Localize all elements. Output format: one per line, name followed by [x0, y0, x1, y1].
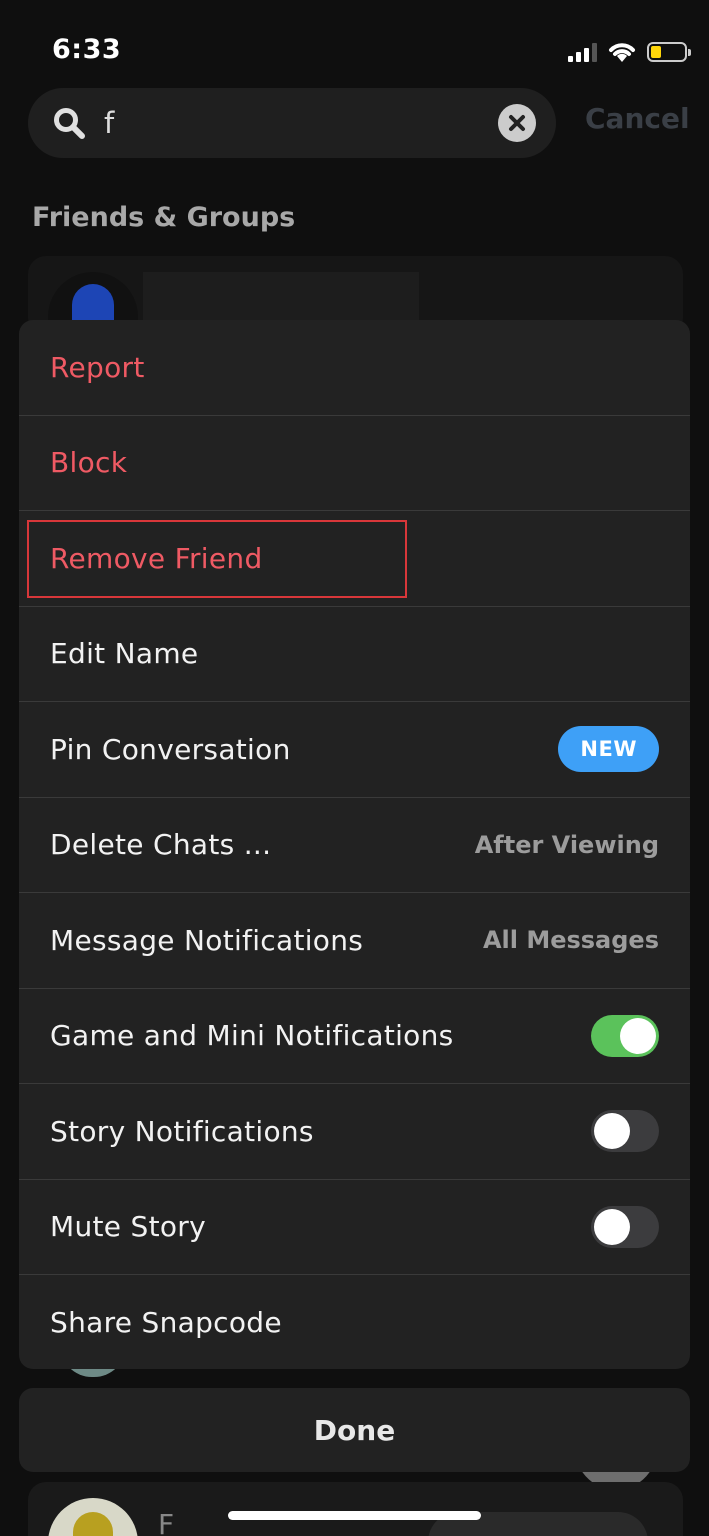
friend-list-item: F	[28, 1482, 683, 1536]
new-badge: NEW	[558, 726, 659, 773]
friend-name: F	[158, 1508, 175, 1536]
cellular-signal-icon	[568, 42, 597, 62]
toggle-knob	[594, 1113, 630, 1150]
report-option[interactable]: Report	[19, 320, 690, 416]
search-input[interactable]: f	[104, 106, 556, 140]
story-notifications-option: Story Notifications	[19, 1084, 690, 1180]
cancel-button[interactable]: Cancel	[585, 102, 690, 135]
delete-chats-option[interactable]: Delete Chats ... After Viewing	[19, 798, 690, 893]
option-label: Message Notifications	[50, 923, 364, 957]
action-sheet: Report Block Remove Friend Edit Name Pin…	[19, 320, 690, 1369]
delete-chats-value: After Viewing	[474, 830, 659, 859]
share-snapcode-option[interactable]: Share Snapcode	[19, 1275, 690, 1369]
mute-story-toggle[interactable]	[591, 1205, 659, 1248]
story-notifications-toggle[interactable]	[591, 1110, 659, 1153]
remove-friend-option[interactable]: Remove Friend	[19, 511, 690, 607]
option-label: Edit Name	[50, 637, 199, 671]
option-label: Mute Story	[50, 1210, 206, 1244]
game-notifications-option: Game and Mini Notifications	[19, 989, 690, 1084]
section-title: Friends & Groups	[32, 202, 296, 233]
close-icon	[509, 115, 525, 131]
option-label: Story Notifications	[50, 1114, 314, 1148]
option-label: Share Snapcode	[50, 1306, 282, 1340]
mute-story-option: Mute Story	[19, 1180, 690, 1275]
status-icons	[568, 38, 691, 66]
block-option[interactable]: Block	[19, 416, 690, 511]
done-button[interactable]: Done	[19, 1388, 690, 1472]
clear-search-button[interactable]	[498, 104, 536, 142]
option-label: Block	[50, 446, 128, 480]
option-label: Delete Chats ...	[50, 828, 272, 862]
option-label: Game and Mini Notifications	[50, 1019, 454, 1053]
message-notifications-value: All Messages	[482, 926, 659, 955]
toggle-knob	[594, 1208, 630, 1245]
pin-conversation-option[interactable]: Pin Conversation NEW	[19, 702, 690, 798]
toggle-knob	[620, 1017, 656, 1054]
message-notifications-option[interactable]: Message Notifications All Messages	[19, 893, 690, 989]
option-label: Report	[50, 350, 145, 384]
game-notifications-toggle[interactable]	[591, 1014, 659, 1057]
battery-icon	[647, 42, 691, 62]
option-label: Remove Friend	[50, 541, 263, 575]
home-indicator[interactable]	[228, 1511, 481, 1520]
screen: 6:33 f Cancel Friends & Groups Report Bl…	[0, 0, 709, 1536]
option-label: Pin Conversation	[50, 732, 291, 766]
status-time: 6:33	[52, 34, 122, 65]
search-icon	[50, 104, 88, 142]
edit-name-option[interactable]: Edit Name	[19, 607, 690, 702]
avatar	[48, 1498, 138, 1536]
wifi-icon	[609, 43, 635, 62]
search-bar[interactable]: f	[28, 88, 556, 158]
